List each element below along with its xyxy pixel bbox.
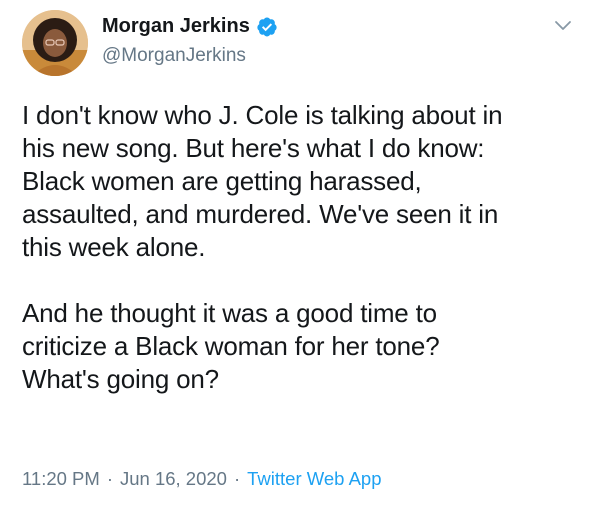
display-name[interactable]: Morgan Jerkins	[102, 15, 250, 38]
tweet-source-link[interactable]: Twitter Web App	[247, 468, 381, 490]
chevron-down-icon[interactable]	[553, 18, 573, 32]
verified-badge-icon	[256, 16, 278, 38]
author-handle[interactable]: @MorganJerkins	[102, 45, 246, 67]
tweet-card: Morgan Jerkins @MorganJerkins I don't kn…	[0, 0, 595, 506]
tweet-meta: 11:20 PM · Jun 16, 2020 · Twitter Web Ap…	[22, 468, 382, 490]
meta-separator: ·	[106, 468, 113, 489]
meta-separator: ·	[233, 468, 241, 489]
author-name-row: Morgan Jerkins	[102, 15, 278, 38]
tweet-date[interactable]: Jun 16, 2020	[120, 468, 227, 490]
tweet-paragraph: I don't know who J. Cole is talking abou…	[22, 100, 503, 262]
tweet-paragraph: And he thought it was a good time to cri…	[22, 298, 440, 394]
avatar[interactable]	[22, 10, 88, 76]
tweet-text: I don't know who J. Cole is talking abou…	[22, 99, 582, 396]
tweet-time[interactable]: 11:20 PM	[22, 468, 100, 490]
profile-photo-icon	[22, 10, 88, 76]
